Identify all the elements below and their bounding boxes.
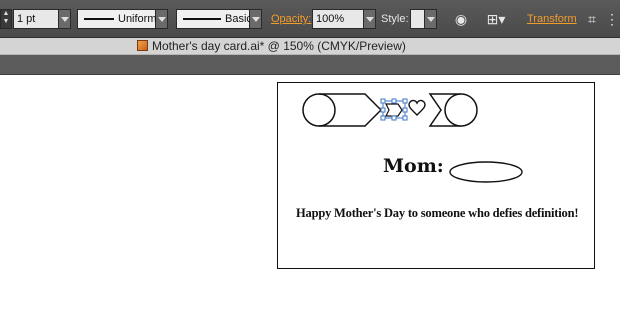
right-arrow-shape[interactable] (428, 93, 478, 127)
tagline-text[interactable]: Happy Mother's Day to someone who defies… (296, 206, 579, 221)
selected-shape[interactable] (380, 98, 408, 121)
name-oval[interactable] (449, 161, 523, 183)
left-arrow-shape[interactable] (302, 93, 383, 127)
heart-shape[interactable] (408, 99, 426, 116)
mom-heading[interactable]: Mom: (383, 155, 444, 177)
artwork-layer (302, 93, 523, 183)
